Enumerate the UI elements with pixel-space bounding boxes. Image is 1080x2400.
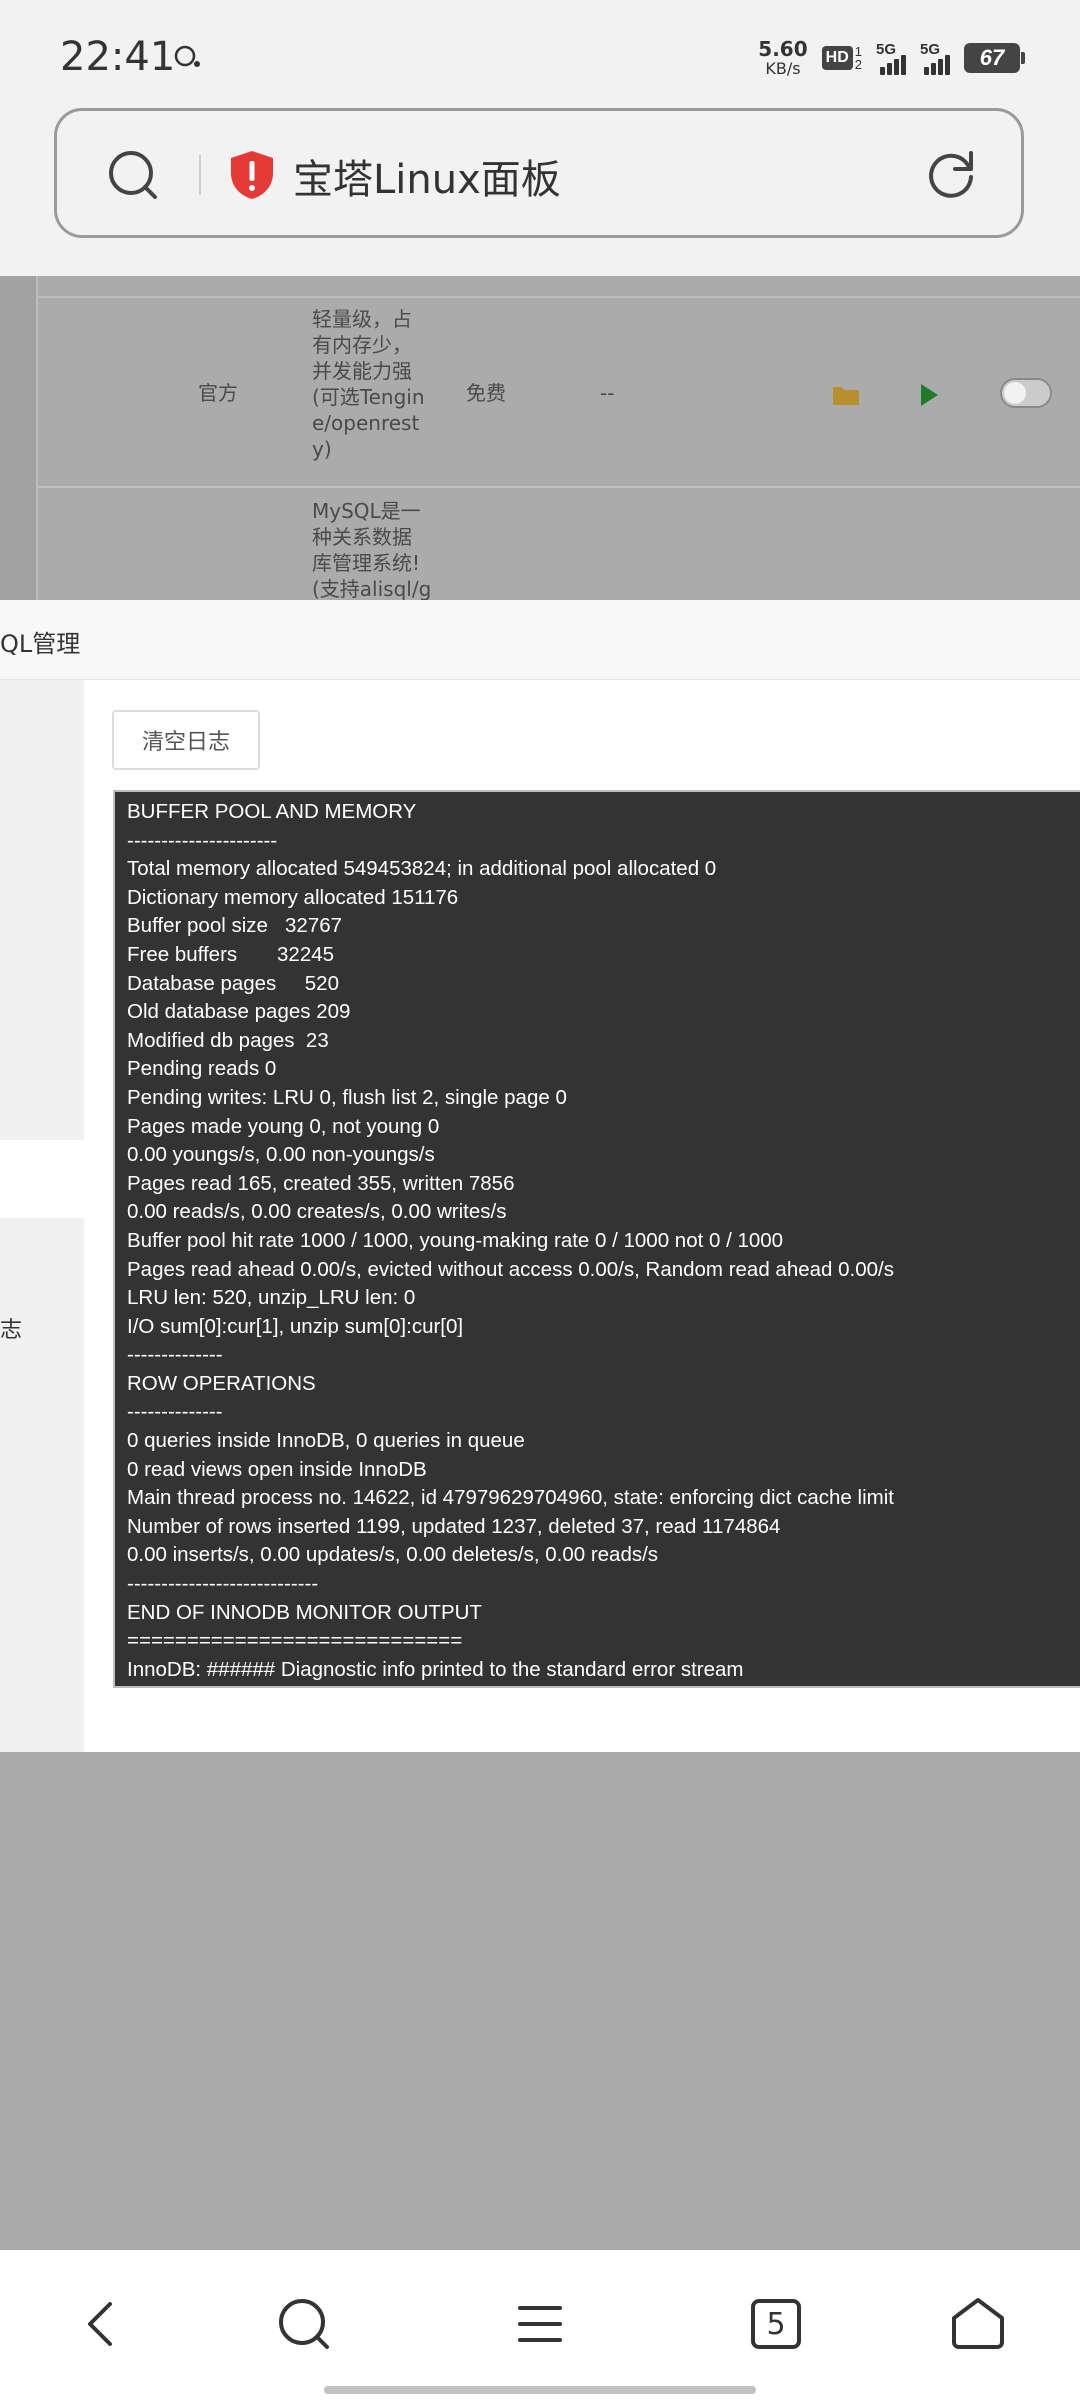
play-icon[interactable]	[918, 382, 940, 408]
home-icon[interactable]	[948, 2294, 1008, 2354]
network-speed-value: 5.60	[758, 37, 808, 61]
log-output[interactable]: BUFFER POOL AND MEMORY -----------------…	[113, 790, 1080, 1688]
log-line: Pages read 165, created 355, written 785…	[127, 1171, 515, 1195]
network-speed-unit: KB/s	[765, 59, 801, 78]
description-cell: 轻量级，占 有内存少， 并发能力强 (可选Tengin e/openrest y…	[312, 306, 432, 462]
log-line: 0 read views open inside InnoDB	[127, 1457, 427, 1481]
signal-strength-icon: 5G	[876, 41, 906, 75]
sidebar-item-log[interactable]: 志	[0, 1312, 22, 1344]
log-line: 0.00 inserts/s, 0.00 updates/s, 0.00 del…	[127, 1543, 659, 1567]
signal-2-label: 5G	[920, 41, 941, 58]
log-line: 0.00 reads/s, 0.00 creates/s, 0.00 write…	[127, 1200, 507, 1224]
price-cell: 免费	[466, 381, 506, 405]
hd-voice-icon: HD 1 2	[821, 45, 862, 71]
log-line: END OF INNODB MONITOR OUTPUT	[127, 1600, 482, 1624]
description-line: 种关系数据	[312, 525, 412, 549]
log-line: BUFFER POOL AND MEMORY	[127, 800, 417, 823]
description-line: e/openrest	[312, 411, 420, 435]
log-line: ----------------------------	[127, 1572, 319, 1596]
table-left-column	[0, 276, 38, 600]
dialog-sidebar	[0, 680, 84, 1140]
log-line: ============================	[127, 1629, 463, 1653]
log-line: Total memory allocated 549453824; in add…	[127, 857, 717, 881]
table-row: 官方 轻量级，占 有内存少， 并发能力强 (可选Tengin e/openres…	[38, 298, 1080, 488]
description-line: 并发能力强	[312, 359, 412, 383]
hd-sim-bottom: 2	[854, 57, 862, 72]
tab-count: 5	[766, 2306, 786, 2342]
hd-label: HD	[821, 46, 853, 70]
log-line: I/O sum[0]:cur[1], unzip sum[0]:cur[0]	[127, 1314, 464, 1338]
status-bar: 22:41 5.60 KB/s HD 1 2 5G 5G 67	[0, 0, 1080, 108]
description-cell: MySQL是一 种关系数据 库管理系统! (支持alisql/g	[312, 498, 442, 600]
expire-cell: --	[600, 381, 615, 405]
log-line: LRU len: 520, unzip_LRU len: 0	[127, 1286, 416, 1310]
address-bar[interactable]: 宝塔Linux面板	[54, 108, 1024, 238]
description-line: MySQL是一	[312, 499, 421, 523]
description-line: 有内存少，	[312, 333, 412, 357]
security-warning-shield-icon[interactable]	[227, 149, 277, 201]
source-cell: 官方	[198, 381, 238, 405]
log-line: Dictionary memory allocated 151176	[127, 885, 459, 909]
mysql-manager-dialog: QL管理 志 清空日志 BUFFER POOL AND MEMORY -----…	[0, 600, 1080, 1752]
log-line: Main thread process no. 14622, id 479796…	[127, 1486, 894, 1510]
search-icon[interactable]	[274, 2294, 334, 2354]
back-icon[interactable]	[72, 2294, 132, 2354]
log-line: Buffer pool hit rate 1000 / 1000, young-…	[127, 1228, 784, 1252]
signal-strength-icon: 5G	[920, 41, 950, 75]
status-time: 22:41	[60, 34, 176, 80]
description-line: 库管理系统!	[312, 551, 421, 575]
log-line: Old database pages 209	[127, 1000, 351, 1024]
log-line: 0 queries inside InnoDB, 0 queries in qu…	[127, 1429, 525, 1453]
log-line: InnoDB: ###### Diagnostic info printed t…	[127, 1657, 744, 1681]
status-indicators: 5.60 KB/s HD 1 2 5G 5G 67	[758, 38, 1025, 78]
log-line: Pages made young 0, not young 0	[127, 1114, 440, 1138]
log-line: ROW OPERATIONS	[127, 1371, 316, 1395]
log-line: Number of rows inserted 1199, updated 12…	[127, 1514, 781, 1538]
network-speed: 5.60 KB/s	[758, 39, 807, 77]
address-divider	[199, 155, 201, 195]
log-line: --------------	[127, 1343, 223, 1367]
signal-1-label: 5G	[876, 41, 897, 58]
notification-bubble-icon	[174, 45, 200, 67]
site-title[interactable]: 宝塔Linux面板	[293, 147, 561, 205]
background-software-table: 官方 轻量级，占 有内存少， 并发能力强 (可选Tengin e/openres…	[0, 276, 1080, 600]
battery-level: 67	[979, 45, 1005, 70]
gesture-handle[interactable]	[324, 2386, 756, 2394]
description-line: (支持alisql/g	[312, 577, 432, 600]
dialog-title: QL管理	[0, 630, 81, 658]
toggle-switch[interactable]	[1000, 378, 1052, 408]
hd-sim-indicator: 1 2	[855, 45, 862, 71]
description-line: 轻量级，占	[312, 307, 412, 331]
log-line: Pages read ahead 0.00/s, evicted without…	[127, 1257, 894, 1281]
log-line: Free buffers 32245	[127, 942, 335, 966]
log-line: Buffer pool size 32767	[127, 914, 343, 938]
menu-icon[interactable]	[510, 2294, 570, 2354]
log-line: Pending reads 0	[127, 1057, 277, 1081]
browser-bottom-nav: 5	[0, 2250, 1080, 2400]
reload-icon[interactable]	[923, 147, 979, 203]
folder-icon[interactable]	[832, 384, 860, 406]
search-icon[interactable]	[105, 147, 161, 203]
log-line: Database pages 520	[127, 971, 339, 995]
dialog-sidebar	[0, 1218, 84, 1752]
log-line: --------------	[127, 1400, 223, 1424]
clear-log-button[interactable]: 清空日志	[112, 710, 260, 770]
description-line: y)	[312, 437, 332, 461]
log-line: Pending writes: LRU 0, flush list 2, sin…	[127, 1085, 567, 1109]
log-line: Modified db pages 23	[127, 1028, 329, 1052]
log-line: ----------------------	[127, 828, 278, 852]
table-row	[0, 276, 1080, 298]
log-line: 0.00 youngs/s, 0.00 non-youngs/s	[127, 1143, 435, 1167]
dialog-header: QL管理	[0, 600, 1080, 680]
description-line: (可选Tengin	[312, 385, 425, 409]
battery-icon: 67	[964, 43, 1025, 73]
tabs-icon[interactable]: 5	[746, 2294, 806, 2354]
browser-toolbar: 宝塔Linux面板	[0, 108, 1080, 276]
